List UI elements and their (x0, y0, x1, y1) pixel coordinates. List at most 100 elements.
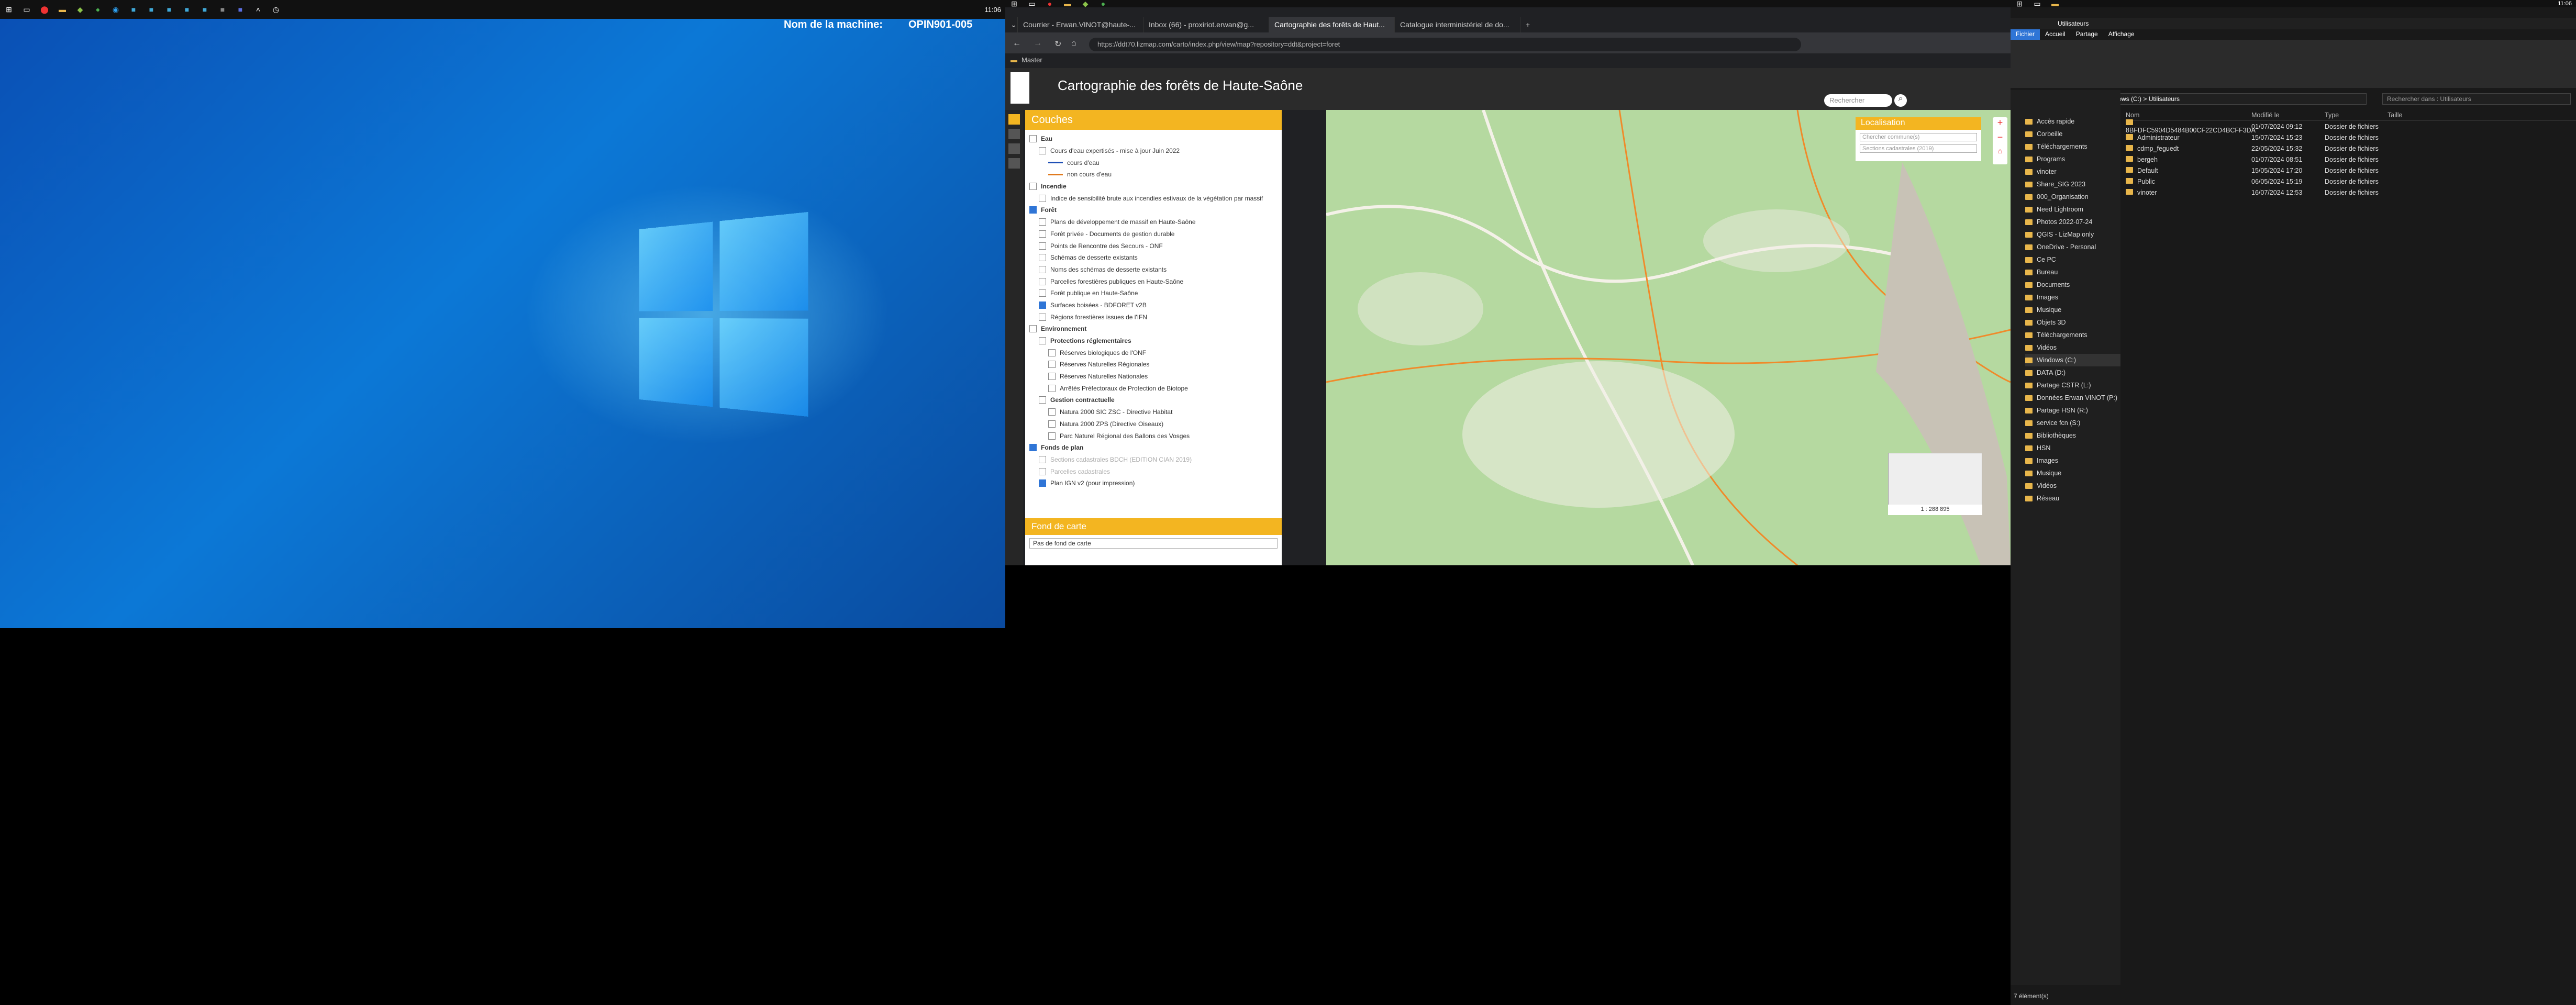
layer-checkbox[interactable] (1039, 313, 1046, 321)
layer-row[interactable]: Natura 2000 ZPS (Directive Oiseaux) (1029, 418, 1278, 430)
tab-affichage[interactable]: Affichage (2103, 29, 2140, 40)
qgis-icon[interactable]: ◆ (1078, 0, 1093, 8)
app-icon[interactable]: ■ (162, 2, 176, 17)
layer-row[interactable]: Schémas de desserte existants (1029, 252, 1278, 264)
taskbar-clock[interactable]: 11:06 (984, 6, 1001, 14)
menu-icon[interactable] (1008, 129, 1020, 139)
layer-checkbox[interactable] (1039, 265, 1046, 273)
taskbar-clock[interactable]: 11:06 (2558, 1, 2572, 7)
layer-checkbox[interactable] (1048, 361, 1056, 368)
tab-search-icon[interactable]: ⌄ (1005, 17, 1018, 32)
commune-input[interactable]: Chercher commune(s) (1860, 133, 1977, 141)
file-row[interactable]: Administrateur 15/07/2024 15:23 Dossier de… (2126, 132, 2576, 143)
layer-row[interactable]: Parcelles cadastrales (1029, 465, 1278, 477)
app-icon-red[interactable]: ● (1042, 0, 1057, 8)
tab-catalogue[interactable]: Catalogue interministériel de do... (1395, 17, 1520, 32)
layer-checkbox[interactable] (1039, 194, 1046, 202)
layer-checkbox[interactable] (1048, 432, 1056, 440)
layer-checkbox[interactable] (1039, 337, 1046, 345)
file-row[interactable]: vinoter 16/07/2024 12:53 Dossier de fichie… (2126, 187, 2576, 198)
nav-item[interactable]: Ce PC (2025, 253, 2120, 266)
nav-item[interactable]: Windows (C:) (2025, 354, 2120, 366)
start-icon[interactable]: ⊞ (2012, 0, 2027, 8)
layer-checkbox[interactable] (1029, 444, 1037, 452)
layer-checkbox[interactable] (1029, 206, 1037, 214)
file-row[interactable]: cdmp_feguedt 22/05/2024 15:32 Dossier de f… (2126, 143, 2576, 154)
layer-row[interactable]: Eau (1029, 133, 1278, 145)
nav-item[interactable]: Musique (2025, 304, 2120, 316)
nav-item[interactable]: Musique (2025, 467, 2120, 479)
nav-item[interactable]: Images (2025, 291, 2120, 304)
layer-checkbox[interactable] (1039, 242, 1046, 250)
zoom-in-icon[interactable]: + (1993, 117, 2007, 132)
layer-row[interactable]: Réserves biologiques de l'ONF (1029, 347, 1278, 359)
layer-checkbox[interactable] (1048, 420, 1056, 428)
nav-item[interactable]: Vidéos (2025, 341, 2120, 354)
layer-row[interactable]: Sections cadastrales BDCH (EDITION CIAN … (1029, 454, 1278, 466)
nav-item[interactable]: Documents (2025, 278, 2120, 291)
nav-item[interactable]: Réseau (2025, 492, 2120, 505)
layer-checkbox[interactable] (1039, 230, 1046, 238)
layer-row[interactable]: Régions forestières issues de l'IFN (1029, 311, 1278, 323)
edge-icon[interactable]: ◉ (108, 2, 123, 17)
zoom-out-icon[interactable]: − (1993, 132, 2007, 147)
menu-layers-icon[interactable] (1008, 114, 1020, 125)
layer-checkbox[interactable] (1039, 467, 1046, 475)
nav-item[interactable]: Bureau (2025, 266, 2120, 278)
bookmark-folder[interactable]: Master (1021, 56, 1042, 64)
layer-checkbox[interactable] (1048, 373, 1056, 381)
layer-row[interactable]: Cours d'eau expertisés - mise à jour Jui… (1029, 145, 1278, 157)
layer-checkbox[interactable] (1029, 183, 1037, 191)
new-tab-button[interactable]: + (1520, 17, 1536, 32)
folder-icon[interactable]: ▬ (55, 2, 70, 17)
nav-item[interactable]: 000_Organisation (2025, 191, 2120, 203)
app-icon[interactable]: ■ (215, 2, 230, 17)
nav-item[interactable]: Photos 2022-07-24 (2025, 216, 2120, 228)
app-icon[interactable]: ■ (126, 2, 141, 17)
address-bar[interactable]: https://ddt70.lizmap.com/carto/index.php… (1089, 38, 1801, 51)
nav-item[interactable]: HSN (2025, 442, 2120, 454)
bookmark-icon[interactable]: ▬ (1011, 56, 1017, 64)
nav-item[interactable]: Vidéos (2025, 479, 2120, 492)
nav-item[interactable]: Données Erwan VINOT (P:) (2025, 392, 2120, 404)
layer-row[interactable]: Forêt publique en Haute-Saône (1029, 287, 1278, 299)
map-canvas[interactable]: Localisation Chercher commune(s) Section… (1326, 110, 2011, 565)
tab-accueil[interactable]: Accueil (2040, 29, 2071, 40)
nav-item[interactable]: OneDrive - Personal (2025, 241, 2120, 253)
layer-checkbox[interactable] (1039, 396, 1046, 404)
layer-checkbox[interactable] (1039, 147, 1046, 155)
task-view-icon[interactable]: ▭ (2030, 0, 2045, 8)
fond-select[interactable]: Pas de fond de carte (1029, 538, 1278, 549)
home-extent-icon[interactable]: ⌂ (1993, 147, 2007, 161)
task-view-icon[interactable]: ▭ (1025, 0, 1039, 8)
search-icon[interactable]: ⌕ (1894, 94, 1907, 107)
layer-row[interactable]: Parc Naturel Régional des Ballons des Vo… (1029, 430, 1278, 442)
layer-row[interactable]: Surfaces boisées - BDFORET v2B (1029, 299, 1278, 311)
layer-checkbox[interactable] (1039, 301, 1046, 309)
nav-item[interactable]: Corbeille (2025, 128, 2120, 140)
column-type[interactable]: Type (2325, 111, 2388, 119)
folder-icon[interactable]: ▬ (1060, 0, 1075, 8)
layer-row[interactable]: Forêt privée - Documents de gestion dura… (1029, 228, 1278, 240)
nav-item[interactable]: Share_SIG 2023 (2025, 178, 2120, 191)
layer-row[interactable]: Réserves Naturelles Régionales (1029, 359, 1278, 371)
menu-icon[interactable] (1008, 143, 1020, 154)
layer-row[interactable]: Forêt (1029, 204, 1278, 216)
home-icon[interactable]: ⌂ (1071, 39, 1076, 48)
start-icon[interactable]: ⊞ (1007, 0, 1021, 8)
layer-row[interactable]: Points de Rencontre des Secours - ONF (1029, 240, 1278, 252)
nav-item[interactable]: Téléchargements (2025, 140, 2120, 153)
column-taille[interactable]: Taille (2388, 111, 2429, 119)
reload-icon[interactable]: ↻ (1054, 39, 1061, 49)
overview-map[interactable] (1888, 453, 1982, 510)
tab-inbox[interactable]: Inbox (66) - proxiriot.erwan@g... (1143, 17, 1269, 32)
layer-row[interactable]: Noms des schémas de desserte existants (1029, 264, 1278, 276)
column-nom[interactable]: Nom (2126, 111, 2251, 119)
task-view-icon[interactable]: ▭ (19, 2, 34, 17)
tab-courrier[interactable]: Courrier - Erwan.VINOT@haute-... (1018, 17, 1143, 32)
layer-row[interactable]: Protections réglementaires (1029, 335, 1278, 347)
nav-item[interactable]: Partage CSTR (L:) (2025, 379, 2120, 392)
layer-checkbox[interactable] (1039, 277, 1046, 285)
tab-fichier[interactable]: Fichier (2011, 29, 2040, 40)
layer-checkbox[interactable] (1039, 479, 1046, 487)
